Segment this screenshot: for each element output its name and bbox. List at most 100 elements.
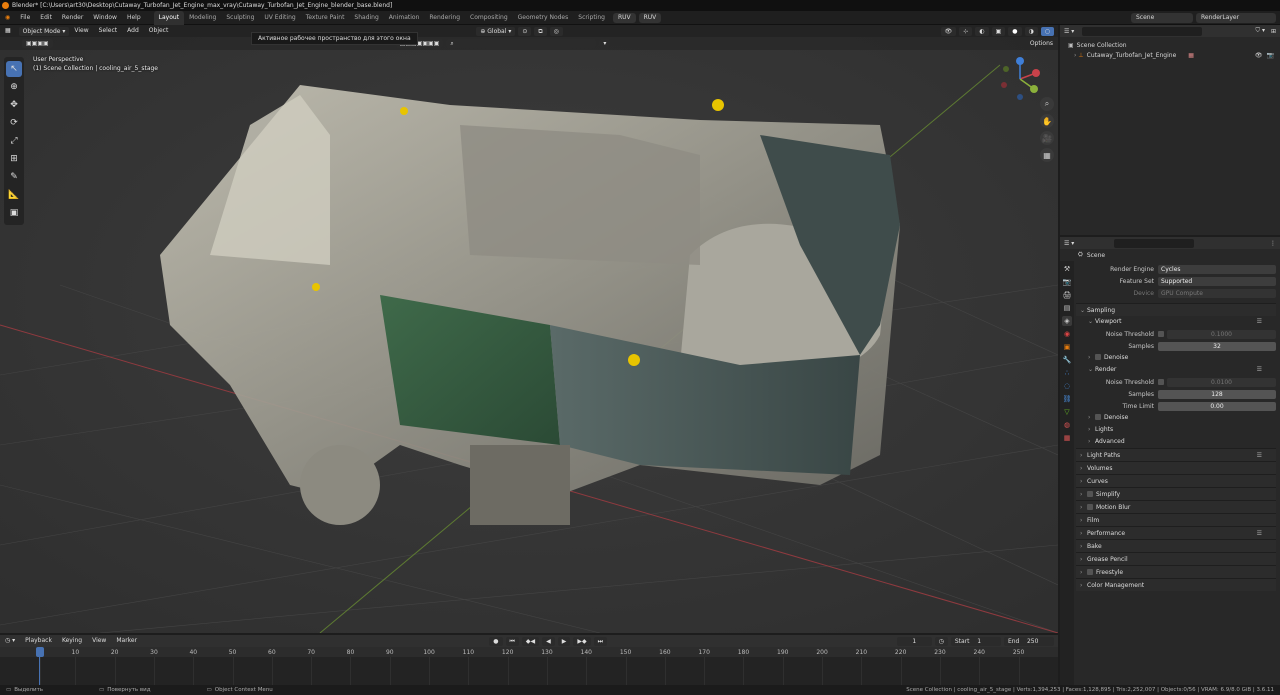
section-light-paths[interactable]: › Light Paths ☰ — [1076, 448, 1276, 461]
xray-icon[interactable]: ▣ — [991, 26, 1006, 36]
outliner-editor-icon[interactable]: ☰ ▾ — [1064, 28, 1074, 35]
denoise-checkbox[interactable] — [1095, 414, 1101, 420]
start-frame-field[interactable]: Start 1 — [950, 636, 1001, 646]
tab-animation[interactable]: Animation — [384, 11, 425, 25]
tool-tab-icon[interactable]: ⚒ — [1062, 264, 1072, 274]
section-curves[interactable]: › Curves — [1076, 474, 1276, 487]
scene-selector[interactable]: Scene — [1131, 12, 1193, 23]
navigation-gizmo[interactable] — [996, 55, 1044, 103]
collapse-icon[interactable]: ⋮ — [1270, 240, 1276, 247]
menu-select[interactable]: Select — [94, 25, 123, 37]
section-performance[interactable]: › Performance ☰ — [1076, 526, 1276, 539]
editor-type-icon[interactable]: ▦ — [0, 25, 16, 37]
next-keyframe-icon[interactable]: ▶◆ — [573, 636, 591, 646]
freestyle-checkbox[interactable] — [1087, 569, 1093, 575]
visibility-icon[interactable]: 👁 — [940, 26, 957, 36]
section-film[interactable]: › Film — [1076, 513, 1276, 526]
menu-keying[interactable]: Keying — [57, 635, 87, 647]
select-mode-icons[interactable]: ▣▣▣▣ — [22, 39, 53, 48]
viewport-subsection[interactable]: ⌄ Viewport ☰ — [1076, 316, 1276, 328]
tab-sculpting[interactable]: Sculpting — [221, 11, 259, 25]
viewport-search-field[interactable]: ⌕ — [446, 39, 597, 48]
output-tab-icon[interactable]: 🖨 — [1062, 290, 1072, 300]
move-tool-icon[interactable]: ✥ — [6, 97, 22, 113]
menu-file[interactable]: File — [15, 11, 35, 25]
filter-icon[interactable]: ⛉ ▾ — [1256, 27, 1265, 35]
scene-tab-icon[interactable]: ◈ — [1062, 316, 1072, 326]
outliner-search-input[interactable] — [1082, 26, 1203, 36]
tab-scripting[interactable]: Scripting — [573, 11, 610, 25]
play-reverse-icon[interactable]: ◀ — [542, 636, 555, 646]
menu-object[interactable]: Object — [144, 25, 174, 37]
render-samples-field[interactable]: 128 — [1158, 389, 1276, 399]
current-frame-field[interactable]: 1 — [896, 636, 932, 646]
shading-solid-icon[interactable]: ● — [1008, 26, 1022, 36]
section-bake[interactable]: › Bake — [1076, 539, 1276, 552]
feature-set-dropdown[interactable]: Supported — [1158, 276, 1276, 286]
section-motion-blur[interactable]: › Motion Blur — [1076, 500, 1276, 513]
menu-render[interactable]: Render — [57, 11, 88, 25]
zoom-icon[interactable]: ⌕ — [1040, 97, 1054, 111]
viewport-noise-field[interactable]: 0.1000 — [1167, 329, 1276, 339]
pivot-icon[interactable]: ⊙ — [518, 26, 532, 36]
mode-selector[interactable]: Object Mode ▾ — [18, 26, 70, 36]
particles-tab-icon[interactable]: ∴ — [1062, 368, 1072, 378]
presets-list-icon[interactable]: ☰ — [1257, 316, 1262, 328]
view-layer-tab-icon[interactable]: ▤ — [1062, 303, 1072, 313]
snap-icon[interactable]: ⧉ — [534, 26, 547, 36]
transform-orientation[interactable]: ⊕ Global ▾ — [476, 26, 516, 36]
advanced-subsection[interactable]: › Advanced — [1076, 436, 1276, 448]
time-limit-field[interactable]: 0.00 — [1158, 401, 1276, 411]
add-cube-tool-icon[interactable]: ▣ — [6, 205, 22, 221]
measure-tool-icon[interactable]: 📐 — [6, 187, 22, 203]
world-tab-icon[interactable]: ◉ — [1062, 329, 1072, 339]
render-tab-icon[interactable]: 📷 — [1062, 277, 1072, 287]
modifier-tab-icon[interactable]: 🔧 — [1062, 355, 1072, 365]
frame-ruler[interactable]: 1102030405060708090100110120130140150160… — [0, 647, 1058, 657]
menu-view[interactable]: View — [87, 635, 111, 647]
record-icon[interactable]: ● — [489, 636, 503, 646]
render-subsection[interactable]: ⌄ Render ☰ — [1076, 364, 1276, 376]
menu-window[interactable]: Window — [88, 11, 122, 25]
pan-hand-icon[interactable]: ✋ — [1040, 114, 1054, 128]
constraints-tab-icon[interactable]: ⛓ — [1062, 394, 1072, 404]
motion-blur-checkbox[interactable] — [1087, 504, 1093, 510]
select-tool-icon[interactable]: ↖ — [6, 61, 22, 77]
properties-editor-icon[interactable]: ☰ ▾ — [1064, 240, 1074, 247]
end-frame-field[interactable]: End 250 — [1003, 636, 1054, 646]
proportional-edit-icon[interactable]: ◎ — [549, 26, 563, 36]
camera-view-icon[interactable]: 🎥 — [1040, 131, 1054, 145]
view-layer-selector[interactable]: RenderLayer — [1196, 12, 1276, 23]
ruv-button-1[interactable]: RUV — [612, 12, 636, 23]
object-tab-icon[interactable]: ▣ — [1062, 342, 1072, 352]
ruv-button-2[interactable]: RUV — [638, 12, 662, 23]
sampling-section[interactable]: ⌄ Sampling — [1076, 303, 1276, 316]
section-grease-pencil[interactable]: › Grease Pencil — [1076, 552, 1276, 565]
transform-tool-icon[interactable]: ⊞ — [6, 151, 22, 167]
noise-threshold-checkbox[interactable] — [1158, 331, 1164, 337]
material-tab-icon[interactable]: ◍ — [1062, 420, 1072, 430]
menu-add[interactable]: Add — [122, 25, 144, 37]
expand-arrow-icon[interactable]: › — [1074, 51, 1076, 61]
3d-viewport[interactable]: ▦ Object Mode ▾ View Select Add Object ⊕… — [0, 25, 1058, 633]
timeline-body[interactable] — [0, 657, 1058, 685]
camera-icon[interactable]: 📷 — [1267, 51, 1274, 61]
menu-edit[interactable]: Edit — [35, 11, 57, 25]
physics-tab-icon[interactable]: ◌ — [1062, 381, 1072, 391]
menu-view[interactable]: View — [69, 25, 93, 37]
tab-modeling[interactable]: Modeling — [184, 11, 221, 25]
lights-subsection[interactable]: › Lights — [1076, 424, 1276, 436]
tab-layout[interactable]: Layout — [153, 10, 185, 25]
tab-geometry-nodes[interactable]: Geometry Nodes — [513, 11, 574, 25]
shading-material-icon[interactable]: ◑ — [1024, 26, 1038, 36]
shading-rendered-icon[interactable]: ○ — [1040, 26, 1054, 36]
presets-list-icon[interactable]: ☰ — [1257, 364, 1262, 376]
menu-playback[interactable]: Playback — [20, 635, 57, 647]
render-noise-field[interactable]: 0.0100 — [1167, 377, 1276, 387]
timeline-editor-icon[interactable]: ◷ ▾ — [0, 635, 20, 647]
rotate-tool-icon[interactable]: ⟳ — [6, 115, 22, 131]
tab-shading[interactable]: Shading — [349, 11, 383, 25]
annotate-tool-icon[interactable]: ✎ — [6, 169, 22, 185]
section-color-management[interactable]: › Color Management — [1076, 578, 1276, 591]
clock-icon[interactable]: ◷ — [934, 636, 948, 646]
